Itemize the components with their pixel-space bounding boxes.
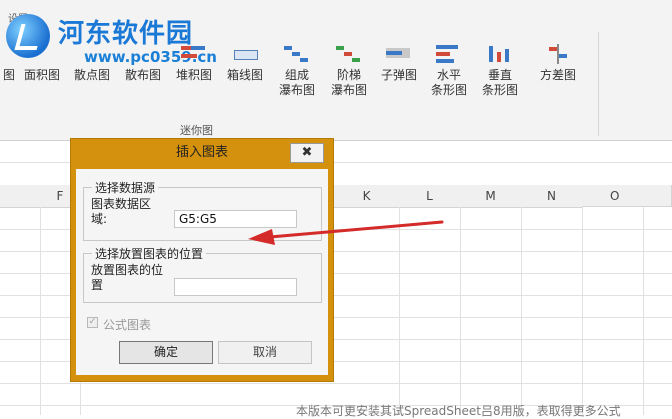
annotation-arrow-icon (248, 220, 444, 245)
